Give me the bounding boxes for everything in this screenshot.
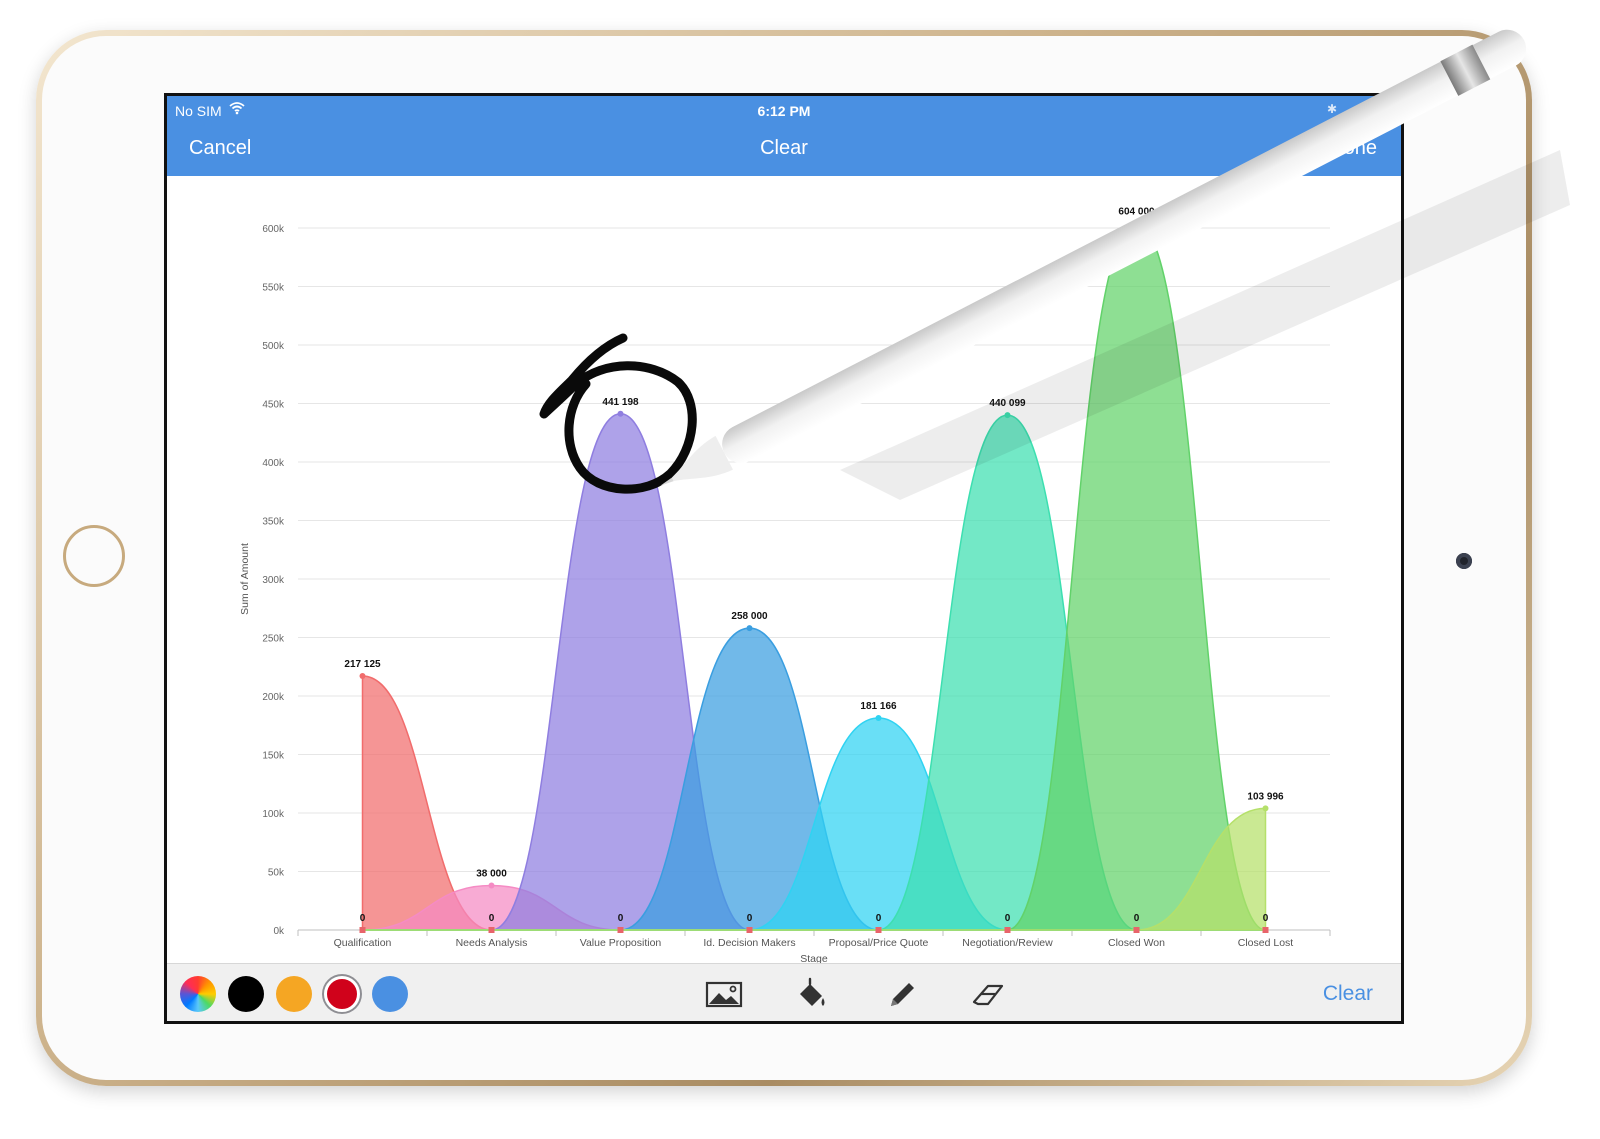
apple-pencil-stylus	[660, 29, 1570, 500]
